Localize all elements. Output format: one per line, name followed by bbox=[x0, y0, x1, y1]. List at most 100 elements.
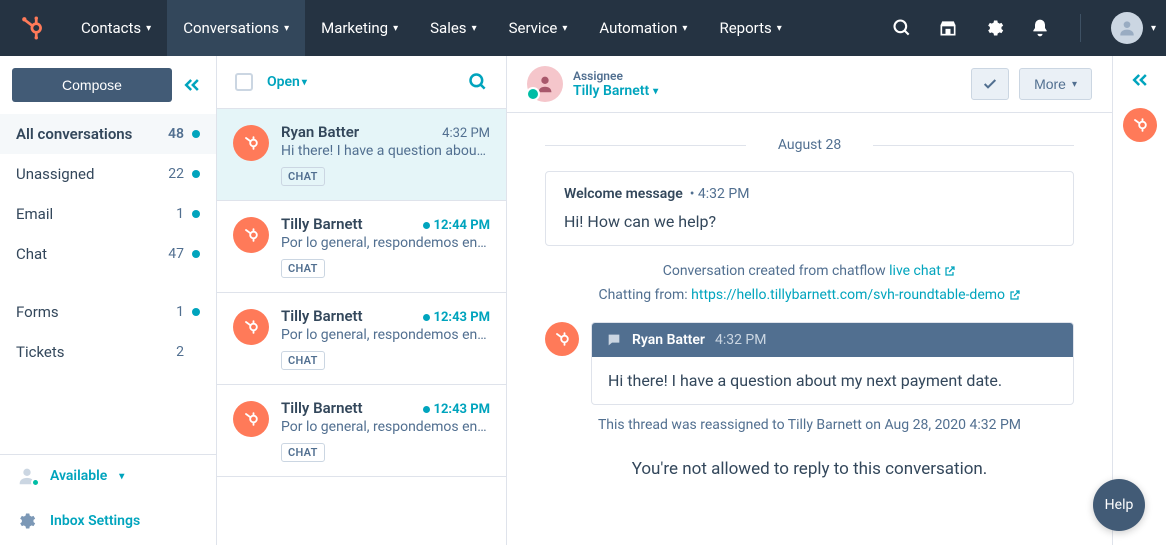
expand-panel-icon[interactable] bbox=[1130, 70, 1150, 90]
gear-icon bbox=[16, 511, 36, 531]
hubspot-sprocket-icon bbox=[20, 15, 46, 41]
mark-closed-button[interactable] bbox=[971, 68, 1009, 100]
external-link-icon bbox=[1009, 289, 1021, 301]
timestamp: 12:44 PM bbox=[423, 218, 491, 233]
sidebar-item-all-conversations[interactable]: All conversations 48 bbox=[0, 114, 216, 154]
nav-reports[interactable]: Reports▾ bbox=[703, 0, 797, 56]
timestamp: 12:43 PM bbox=[423, 310, 491, 325]
chevron-down-icon: ▾ bbox=[682, 23, 687, 34]
select-all-checkbox[interactable] bbox=[235, 73, 253, 91]
help-button[interactable]: Help bbox=[1093, 479, 1145, 531]
sidebar-item-email[interactable]: Email 1 bbox=[0, 194, 216, 234]
inbox-settings-label: Inbox Settings bbox=[50, 513, 140, 529]
nav-label: Automation bbox=[599, 19, 677, 37]
account-menu[interactable]: ▾ bbox=[1111, 12, 1156, 44]
chevron-down-icon: ▾ bbox=[562, 23, 567, 34]
contact-record-icon[interactable] bbox=[1123, 108, 1157, 142]
status-filter-dropdown[interactable]: Open ▾ bbox=[267, 74, 307, 90]
person-status-icon bbox=[16, 465, 38, 487]
nav-conversations[interactable]: Conversations▾ bbox=[167, 0, 305, 56]
inbox-settings-link[interactable]: Inbox Settings bbox=[0, 497, 216, 545]
settings-gear-icon[interactable] bbox=[984, 18, 1004, 38]
channel-badge: CHAT bbox=[281, 443, 325, 462]
chevron-down-icon: ▾ bbox=[119, 471, 124, 482]
unread-dot-icon bbox=[192, 130, 200, 138]
visitor-avatar-icon bbox=[545, 322, 579, 356]
conversation-item[interactable]: Tilly Barnett 12:43 PM Por lo general, r… bbox=[217, 293, 506, 385]
checkmark-icon bbox=[982, 76, 998, 92]
contact-name: Tilly Barnett bbox=[281, 399, 423, 417]
chatflow-link[interactable]: live chat bbox=[889, 263, 956, 279]
unread-dot-icon bbox=[192, 250, 200, 258]
unread-dot-icon bbox=[423, 314, 430, 321]
nav-contacts[interactable]: Contacts▾ bbox=[65, 0, 167, 56]
conversation-item[interactable]: Tilly Barnett 12:44 PM Por lo general, r… bbox=[217, 201, 506, 293]
filter-label: Open bbox=[267, 74, 300, 90]
sidebar-item-chat[interactable]: Chat 47 bbox=[0, 234, 216, 274]
sidebar-count: 1 bbox=[176, 206, 184, 222]
sidebar-item-unassigned[interactable]: Unassigned 22 bbox=[0, 154, 216, 194]
collapse-sidebar-icon[interactable] bbox=[182, 75, 202, 95]
chatting-prefix: Chatting from: bbox=[598, 287, 691, 303]
unread-dot-icon bbox=[423, 406, 430, 413]
nav-label: Service bbox=[509, 19, 558, 37]
source-url-link[interactable]: https://hello.tillybarnett.com/svh-round… bbox=[691, 287, 1020, 303]
marketplace-icon[interactable] bbox=[938, 18, 958, 38]
conversation-item[interactable]: Tilly Barnett 12:43 PM Por lo general, r… bbox=[217, 385, 506, 477]
more-actions-button[interactable]: More ▾ bbox=[1019, 68, 1092, 100]
conversation-list: Open ▾ Ryan Batter 4:32 PM Hi there! I h… bbox=[217, 56, 507, 545]
contact-avatar-icon bbox=[233, 217, 269, 253]
unread-dot-icon bbox=[192, 308, 200, 316]
context-note: Conversation created from chatflow live … bbox=[545, 260, 1074, 308]
unread-dot-icon bbox=[423, 222, 430, 229]
chevron-down-icon: ▾ bbox=[653, 86, 658, 97]
sidebar-item-forms[interactable]: Forms 1 bbox=[0, 292, 216, 332]
chevron-down-icon: ▾ bbox=[1151, 23, 1156, 34]
search-icon[interactable] bbox=[892, 18, 912, 38]
notifications-bell-icon[interactable] bbox=[1030, 18, 1050, 38]
sidebar-label: Chat bbox=[16, 245, 168, 263]
contact-avatar-icon bbox=[233, 401, 269, 437]
nav-automation[interactable]: Automation ▾ bbox=[583, 0, 703, 56]
nav-service[interactable]: Service ▾ bbox=[493, 0, 584, 56]
nav-sales[interactable]: Sales▾ bbox=[414, 0, 492, 56]
sidebar-count: 2 bbox=[176, 344, 184, 360]
sidebar-item-tickets[interactable]: Tickets 2 bbox=[0, 332, 216, 372]
conversation-item[interactable]: Ryan Batter 4:32 PM Hi there! I have a q… bbox=[217, 109, 506, 201]
nav-marketing[interactable]: Marketing▾ bbox=[305, 0, 414, 56]
nav-items: Contacts▾ Conversations▾ Marketing▾ Sale… bbox=[65, 0, 798, 56]
sidebar-label: Unassigned bbox=[16, 165, 168, 183]
sidebar-count: 47 bbox=[168, 246, 184, 262]
contact-name: Tilly Barnett bbox=[281, 215, 423, 233]
sidebar-count: 22 bbox=[168, 166, 184, 182]
assignee-name: Tilly Barnett bbox=[573, 83, 649, 99]
message-preview: Hi there! I have a question about … bbox=[281, 143, 490, 159]
hubspot-logo[interactable] bbox=[0, 15, 65, 41]
search-icon[interactable] bbox=[468, 72, 488, 92]
channel-badge: CHAT bbox=[281, 167, 325, 186]
sidebar-count: 1 bbox=[176, 304, 184, 320]
reply-disabled-note: You're not allowed to reply to this conv… bbox=[545, 451, 1074, 499]
availability-toggle[interactable]: Available ▾ bbox=[0, 455, 216, 497]
compose-button[interactable]: Compose bbox=[12, 68, 172, 102]
channel-badge: CHAT bbox=[281, 351, 325, 370]
visitor-message: Ryan Batter 4:32 PM Hi there! I have a q… bbox=[545, 322, 1074, 405]
welcome-message-card: Welcome message • 4:32 PM Hi! How can we… bbox=[545, 171, 1074, 246]
reassignment-note: This thread was reassigned to Tilly Barn… bbox=[545, 417, 1074, 433]
sidebar-label: Email bbox=[16, 205, 176, 223]
unread-dot-icon bbox=[192, 210, 200, 218]
channel-badge: CHAT bbox=[281, 259, 325, 278]
message-preview: Por lo general, respondemos en u… bbox=[281, 419, 490, 435]
welcome-label: Welcome message bbox=[564, 186, 683, 202]
chevron-down-icon: ▾ bbox=[472, 23, 477, 34]
message-time: 4:32 PM bbox=[715, 332, 767, 348]
chevron-down-icon: ▾ bbox=[302, 77, 307, 88]
conversation-detail: Assignee Tilly Barnett▾ More ▾ August 28… bbox=[507, 56, 1112, 545]
chevron-down-icon: ▾ bbox=[393, 23, 398, 34]
assignee-avatar-icon bbox=[527, 66, 563, 102]
assignee-label: Assignee bbox=[573, 69, 658, 83]
message-preview: Por lo general, respondemos en u… bbox=[281, 235, 490, 251]
external-link-icon bbox=[944, 265, 956, 277]
user-avatar-icon bbox=[1111, 12, 1143, 44]
assignee-selector[interactable]: Assignee Tilly Barnett ▾ bbox=[527, 66, 658, 102]
